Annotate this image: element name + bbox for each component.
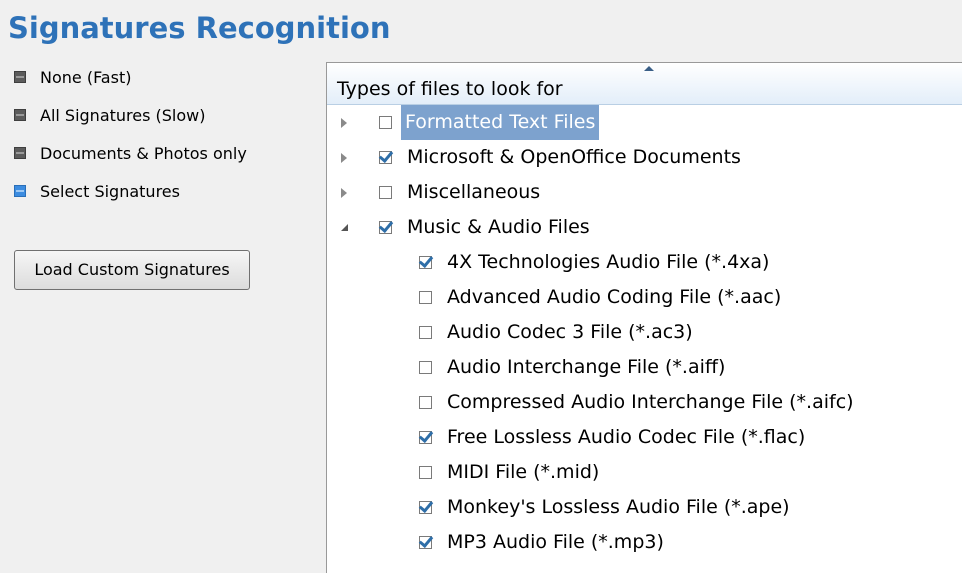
option-documents-photos[interactable]: Documents & Photos only: [14, 140, 247, 166]
option-label: None (Fast): [40, 67, 132, 87]
group-label: Miscellaneous: [407, 181, 541, 203]
collapsed-arrow-icon[interactable]: [337, 175, 351, 210]
tree-child-row[interactable]: MIDI File (*.mid): [327, 455, 962, 490]
load-custom-signatures-button[interactable]: Load Custom Signatures: [14, 250, 250, 290]
option-label: All Signatures (Slow): [40, 105, 206, 125]
tree-group-row[interactable]: Microsoft & OpenOffice Documents: [327, 140, 962, 175]
group-checkbox[interactable]: [379, 221, 392, 234]
tree-child-row[interactable]: Compressed Audio Interchange File (*.aif…: [327, 385, 962, 420]
tree-child-row[interactable]: Audio Codec 3 File (*.ac3): [327, 315, 962, 350]
sort-ascending-icon: [644, 66, 654, 71]
option-none-fast[interactable]: None (Fast): [14, 64, 247, 90]
file-type-checkbox[interactable]: [419, 291, 432, 304]
file-types-tree: Types of files to look for Formatted Tex…: [326, 62, 962, 573]
file-type-checkbox[interactable]: [419, 501, 432, 514]
tree-child-row[interactable]: Monkey's Lossless Audio File (*.ape): [327, 490, 962, 525]
collapsed-arrow-icon[interactable]: [337, 105, 351, 140]
group-label: Music & Audio Files: [407, 216, 590, 238]
tree-child-row[interactable]: MP3 Audio File (*.mp3): [327, 525, 962, 560]
file-type-label: Audio Codec 3 File (*.ac3): [447, 321, 693, 343]
collapsed-arrow-icon[interactable]: [337, 140, 351, 175]
expanded-triangle-icon: [340, 224, 348, 231]
file-type-checkbox[interactable]: [419, 326, 432, 339]
page-title: Signatures Recognition: [8, 11, 391, 45]
tree-rows: Formatted Text Files Microsoft & OpenOffi…: [327, 105, 962, 560]
tree-group-row[interactable]: Miscellaneous: [327, 175, 962, 210]
radio-indicator: [14, 71, 26, 83]
option-all-signatures[interactable]: All Signatures (Slow): [14, 102, 247, 128]
tree-group-row[interactable]: Formatted Text Files: [327, 105, 962, 140]
column-header-label: Types of files to look for: [337, 78, 563, 100]
radio-indicator: [14, 147, 26, 159]
file-type-label: Free Lossless Audio Codec File (*.flac): [447, 426, 806, 448]
column-header[interactable]: Types of files to look for: [327, 63, 962, 105]
file-type-label: Advanced Audio Coding File (*.aac): [447, 286, 782, 308]
file-type-checkbox[interactable]: [419, 431, 432, 444]
file-type-checkbox[interactable]: [419, 466, 432, 479]
file-type-label: Compressed Audio Interchange File (*.aif…: [447, 391, 854, 413]
option-select-signatures[interactable]: Select Signatures: [14, 178, 247, 204]
file-type-checkbox[interactable]: [419, 361, 432, 374]
file-type-label: 4X Technologies Audio File (*.4xa): [447, 251, 770, 273]
group-checkbox[interactable]: [379, 151, 392, 164]
collapsed-triangle-icon: [341, 117, 347, 128]
option-label: Select Signatures: [40, 181, 180, 201]
tree-child-row[interactable]: Audio Interchange File (*.aiff): [327, 350, 962, 385]
radio-indicator: [14, 109, 26, 121]
collapsed-triangle-icon: [341, 152, 347, 163]
file-type-checkbox[interactable]: [419, 256, 432, 269]
file-type-checkbox[interactable]: [419, 396, 432, 409]
signature-mode-options: None (Fast) All Signatures (Slow) Docume…: [14, 64, 247, 216]
file-type-label: Monkey's Lossless Audio File (*.ape): [447, 496, 790, 518]
expanded-arrow-icon[interactable]: [337, 210, 351, 245]
file-type-checkbox[interactable]: [419, 536, 432, 549]
group-checkbox[interactable]: [379, 186, 392, 199]
radio-indicator-selected: [14, 185, 26, 197]
collapsed-triangle-icon: [341, 187, 347, 198]
file-type-label: MP3 Audio File (*.mp3): [447, 531, 664, 553]
tree-child-row[interactable]: Free Lossless Audio Codec File (*.flac): [327, 420, 962, 455]
tree-group-row[interactable]: Music & Audio Files: [327, 210, 962, 245]
file-type-label: MIDI File (*.mid): [447, 461, 600, 483]
group-checkbox[interactable]: [379, 116, 392, 129]
option-label: Documents & Photos only: [40, 143, 247, 163]
group-label: Microsoft & OpenOffice Documents: [407, 146, 741, 168]
tree-child-row[interactable]: 4X Technologies Audio File (*.4xa): [327, 245, 962, 280]
tree-child-row[interactable]: Advanced Audio Coding File (*.aac): [327, 280, 962, 315]
group-label: Formatted Text Files: [401, 105, 600, 140]
file-type-label: Audio Interchange File (*.aiff): [447, 356, 726, 378]
